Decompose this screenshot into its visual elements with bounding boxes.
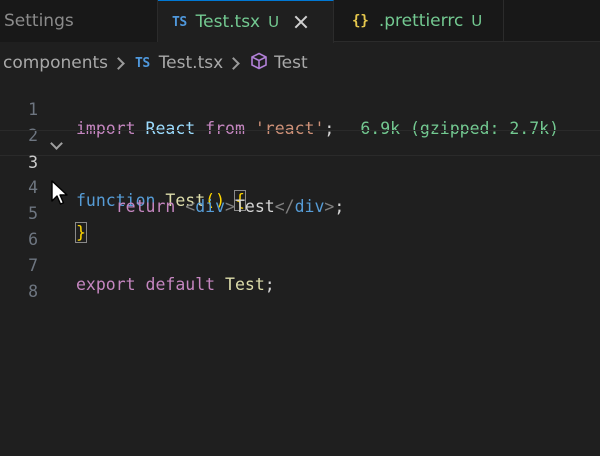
symbol-method-icon [250, 52, 268, 75]
tab-settings[interactable]: Settings [0, 0, 158, 42]
breadcrumb-symbol[interactable]: Test [274, 53, 307, 73]
untracked-badge: U [471, 12, 483, 30]
breadcrumb-folder[interactable]: components [3, 53, 108, 73]
typescript-file-icon: TS [172, 14, 187, 30]
tab-label: Test.tsx [195, 12, 261, 32]
code-line: 6 [0, 208, 600, 249]
tab-label: .prettierrc [378, 11, 464, 31]
tab-test-tsx[interactable]: TS Test.tsx U [158, 0, 334, 43]
tab-label: Settings [4, 11, 74, 31]
tab-prettierrc[interactable]: {} .prettierrc U [334, 0, 504, 42]
code-line: 1 import React from 'react'; 6.9k (gzippe… [0, 78, 600, 138]
code-line: 2 [0, 104, 600, 145]
line-number: 8 [28, 282, 38, 301]
breadcrumb-file[interactable]: Test.tsx [159, 53, 223, 73]
close-icon[interactable] [293, 14, 309, 30]
typescript-file-icon: TS [135, 55, 150, 71]
code-line: 5 } [0, 182, 600, 243]
breadcrumb: components TS Test.tsx Test [0, 50, 308, 76]
mouse-pointer-icon [50, 179, 70, 211]
untracked-badge: U [268, 13, 280, 31]
code-line-current: 3 function Test() { [0, 130, 600, 211]
json-file-icon: {} [352, 13, 369, 29]
code-line: 4 return <div>Test</div>; [0, 156, 600, 216]
tab-bar: Settings TS Test.tsx U {} .prettierrc U [0, 0, 600, 43]
chevron-right-icon [227, 56, 241, 70]
code-line: 7 export default Test; [0, 234, 600, 294]
code-line: 8 [0, 260, 600, 301]
chevron-down-icon[interactable] [50, 137, 63, 150]
chevron-right-icon [112, 56, 125, 70]
code-editor[interactable]: 1 import React from 'react'; 6.9k (gzippe… [0, 78, 600, 301]
